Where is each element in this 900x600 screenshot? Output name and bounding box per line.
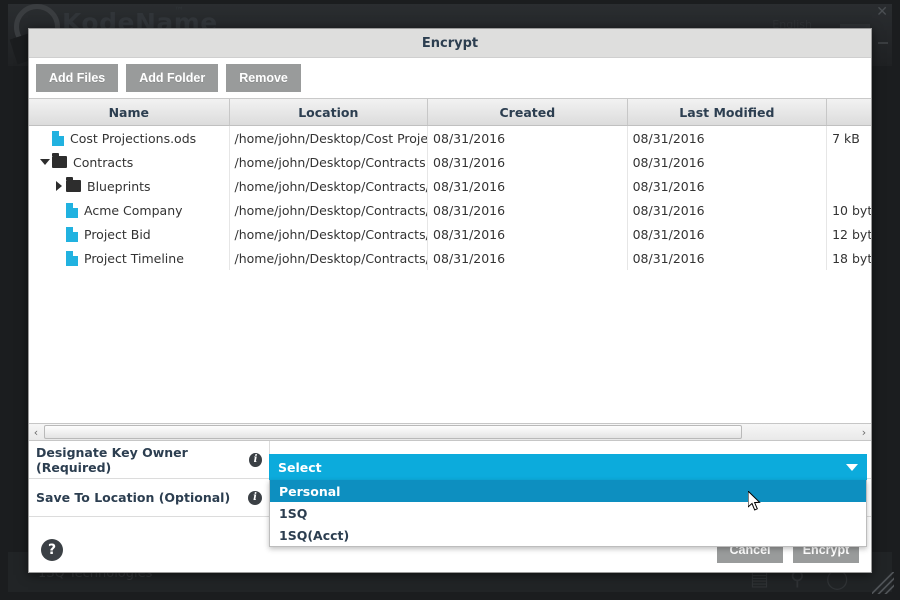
cell-name: Cost Projections.ods [29, 126, 230, 150]
table-row[interactable]: Acme Company/home/john/Desktop/Contracts… [29, 198, 871, 222]
info-icon[interactable]: i [249, 452, 262, 467]
file-table: Name Location Created Last Modified Cost… [29, 99, 871, 423]
item-label: Acme Company [84, 202, 183, 218]
save-location-label-cell: Save To Location (Optional) i [29, 479, 270, 516]
table-header-row: Name Location Created Last Modified [29, 99, 871, 126]
cell-size [827, 150, 871, 174]
file-icon [66, 226, 78, 242]
scroll-right-arrow-icon[interactable]: › [857, 426, 871, 439]
chevron-down-icon [846, 463, 858, 471]
cell-size: 10 bytes [832, 202, 871, 218]
cell-created: 08/31/2016 [428, 222, 628, 246]
dropdown-display[interactable]: Select [269, 454, 867, 480]
cell-created: 08/31/2016 [428, 246, 628, 270]
folder-icon [66, 177, 81, 192]
table-row[interactable]: Project Bid/home/john/Desktop/Contracts/… [29, 222, 871, 246]
info-icon[interactable]: i [248, 490, 262, 505]
cell-name: Project Bid [29, 222, 230, 246]
item-label: Cost Projections.ods [70, 130, 197, 146]
expander-placeholder [52, 246, 66, 270]
key-owner-label: Designate Key Owner (Required) [36, 444, 188, 475]
column-header-last-modified[interactable]: Last Modified [628, 99, 828, 125]
trademark-symbol: ™ [174, 6, 184, 17]
horizontal-scrollbar[interactable]: ‹ › [29, 423, 871, 441]
cell-location: /home/john/Desktop/Cost Projecti... [230, 126, 429, 150]
folder-icon [52, 153, 67, 168]
file-toolbar: Add Files Add Folder Remove [29, 58, 871, 99]
table-row[interactable]: Contracts/home/john/Desktop/Contracts 08/… [29, 150, 871, 174]
scrollbar-track[interactable] [43, 425, 857, 439]
dropdown-option[interactable]: 1SQ [270, 502, 866, 524]
item-label: Contracts [73, 154, 134, 170]
scrollbar-thumb[interactable] [44, 425, 742, 439]
cell-last-modified: 08/31/2016 [628, 198, 828, 222]
cell-size: 7 kB [832, 130, 860, 146]
expander-placeholder [52, 222, 66, 246]
expander-closed-icon[interactable] [52, 174, 66, 198]
expander-placeholder [38, 126, 52, 150]
cell-location: /home/john/Desktop/Contracts [230, 150, 429, 174]
table-row[interactable]: Project Timeline/home/john/Desktop/Contr… [29, 246, 871, 270]
column-header-created[interactable]: Created [428, 99, 628, 125]
cell-location: /home/john/Desktop/Contracts/Pr... [230, 222, 429, 246]
cell-size [827, 174, 871, 198]
cell-last-modified: 08/31/2016 [628, 246, 828, 270]
key-owner-label-cell: Designate Key Owner (Required) i [29, 441, 270, 478]
column-header-size[interactable] [827, 99, 871, 125]
column-header-name[interactable]: Name [29, 99, 230, 125]
close-icon[interactable]: ✕ [876, 4, 888, 20]
key-owner-dropdown[interactable]: Select Personal 1SQ 1SQ(Acct) [269, 454, 867, 547]
dropdown-option[interactable]: Personal [270, 480, 866, 502]
cell-created: 08/31/2016 [428, 150, 628, 174]
cell-name: Blueprints [29, 174, 230, 198]
cell-size: 18 bytes [832, 250, 871, 266]
expander-placeholder [52, 198, 66, 222]
file-icon [66, 202, 78, 218]
expander-open-icon[interactable] [38, 150, 52, 174]
table-row[interactable]: Blueprints/home/john/Desktop/Contracts/B… [29, 174, 871, 198]
dropdown-option-list[interactable]: Personal 1SQ 1SQ(Acct) [269, 480, 867, 547]
cell-last-modified: 08/31/2016 [628, 126, 828, 150]
dialog-titlebar: Encrypt [29, 29, 871, 58]
cell-created: 08/31/2016 [428, 126, 628, 150]
help-icon[interactable]: ? [41, 539, 63, 561]
resize-grip[interactable] [872, 572, 894, 594]
cell-location: /home/john/Desktop/Contracts/Ac... [230, 198, 429, 222]
add-folder-button[interactable]: Add Folder [126, 64, 219, 92]
cell-last-modified: 08/31/2016 [628, 150, 828, 174]
remove-button[interactable]: Remove [226, 64, 301, 92]
item-label: Project Bid [84, 226, 151, 242]
cell-created: 08/31/2016 [428, 174, 628, 198]
cell-name: Project Timeline [29, 246, 230, 270]
table-body: Cost Projections.ods/home/john/Desktop/C… [29, 126, 871, 399]
cell-location: /home/john/Desktop/Contracts/Pr... [230, 246, 429, 270]
add-files-button[interactable]: Add Files [36, 64, 119, 92]
cell-location: /home/john/Desktop/Contracts/Bl... [230, 174, 429, 198]
cell-created: 08/31/2016 [428, 198, 628, 222]
minimize-icon[interactable] [878, 42, 888, 44]
item-label: Blueprints [87, 178, 151, 194]
cell-size: 12 bytes [832, 226, 871, 242]
save-location-label: Save To Location (Optional) [36, 490, 231, 505]
dialog-title: Encrypt [421, 35, 479, 51]
column-header-location[interactable]: Location [230, 99, 429, 125]
file-icon [66, 250, 78, 266]
dropdown-option[interactable]: 1SQ(Acct) [270, 524, 866, 546]
cell-last-modified: 08/31/2016 [628, 222, 828, 246]
cell-name: Contracts [29, 150, 230, 174]
item-label: Project Timeline [84, 250, 184, 266]
scroll-left-arrow-icon[interactable]: ‹ [29, 426, 43, 439]
cell-last-modified: 08/31/2016 [628, 174, 828, 198]
dropdown-selected-value: Select [278, 459, 322, 475]
cell-name: Acme Company [29, 198, 230, 222]
file-icon [52, 130, 64, 146]
table-row[interactable]: Cost Projections.ods/home/john/Desktop/C… [29, 126, 871, 150]
